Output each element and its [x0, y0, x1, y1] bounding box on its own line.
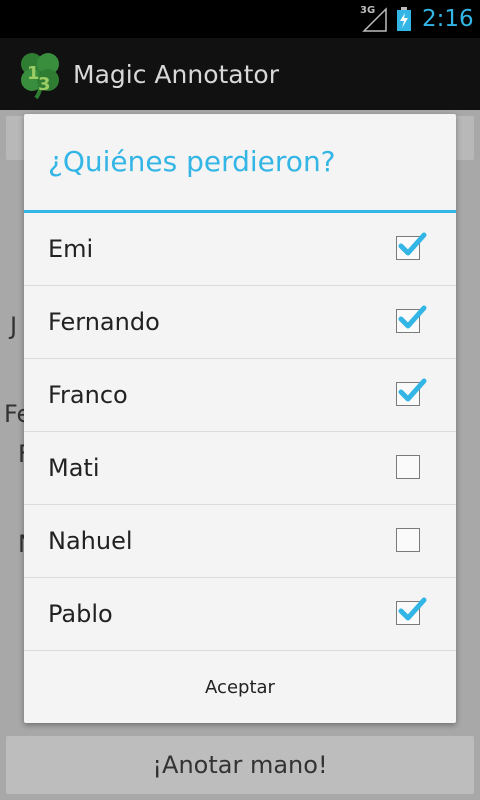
check-icon — [398, 597, 427, 621]
accept-button[interactable]: Aceptar — [24, 651, 456, 723]
dialog-footer: Aceptar — [24, 651, 456, 723]
player-checkbox[interactable] — [396, 597, 427, 625]
player-checkbox[interactable] — [396, 232, 427, 260]
list-item[interactable]: Nahuel — [24, 505, 456, 578]
list-item[interactable]: Pablo — [24, 578, 456, 651]
player-name: Pablo — [48, 600, 113, 628]
player-checkbox[interactable] — [396, 378, 427, 406]
status-bar: 3G 2:16 — [0, 0, 480, 38]
status-clock: 2:16 — [422, 6, 474, 32]
signal-strength-icon — [362, 7, 387, 32]
player-name: Nahuel — [48, 527, 133, 555]
list-item[interactable]: Fernando — [24, 286, 456, 359]
player-name: Mati — [48, 454, 100, 482]
background-player-label: J — [10, 312, 18, 340]
dialog-title: ¿Quiénes perdieron? — [48, 145, 336, 178]
player-checkbox[interactable] — [396, 305, 427, 333]
svg-text:3: 3 — [38, 74, 51, 95]
list-item[interactable]: Mati — [24, 432, 456, 505]
check-icon — [398, 305, 427, 329]
clover-app-icon: 1 3 — [21, 53, 59, 100]
battery-charging-icon — [397, 7, 411, 31]
player-name: Fernando — [48, 308, 160, 336]
check-icon — [398, 378, 427, 402]
player-checkbox[interactable] — [396, 528, 420, 552]
list-item[interactable]: Emi — [24, 213, 456, 286]
anotar-mano-button[interactable]: ¡Anotar mano! — [6, 736, 474, 794]
player-checkbox[interactable] — [396, 455, 420, 479]
player-checkbox-list: Emi Fernando Franco Mati Nahuel Pablo — [24, 213, 456, 651]
action-bar: 1 3 Magic Annotator — [0, 38, 480, 110]
check-icon — [398, 232, 427, 256]
losers-dialog: ¿Quiénes perdieron? Emi Fernando Franco — [24, 114, 456, 723]
player-name: Emi — [48, 235, 94, 263]
player-name: Franco — [48, 381, 128, 409]
list-item[interactable]: Franco — [24, 359, 456, 432]
app-title: Magic Annotator — [73, 60, 279, 89]
